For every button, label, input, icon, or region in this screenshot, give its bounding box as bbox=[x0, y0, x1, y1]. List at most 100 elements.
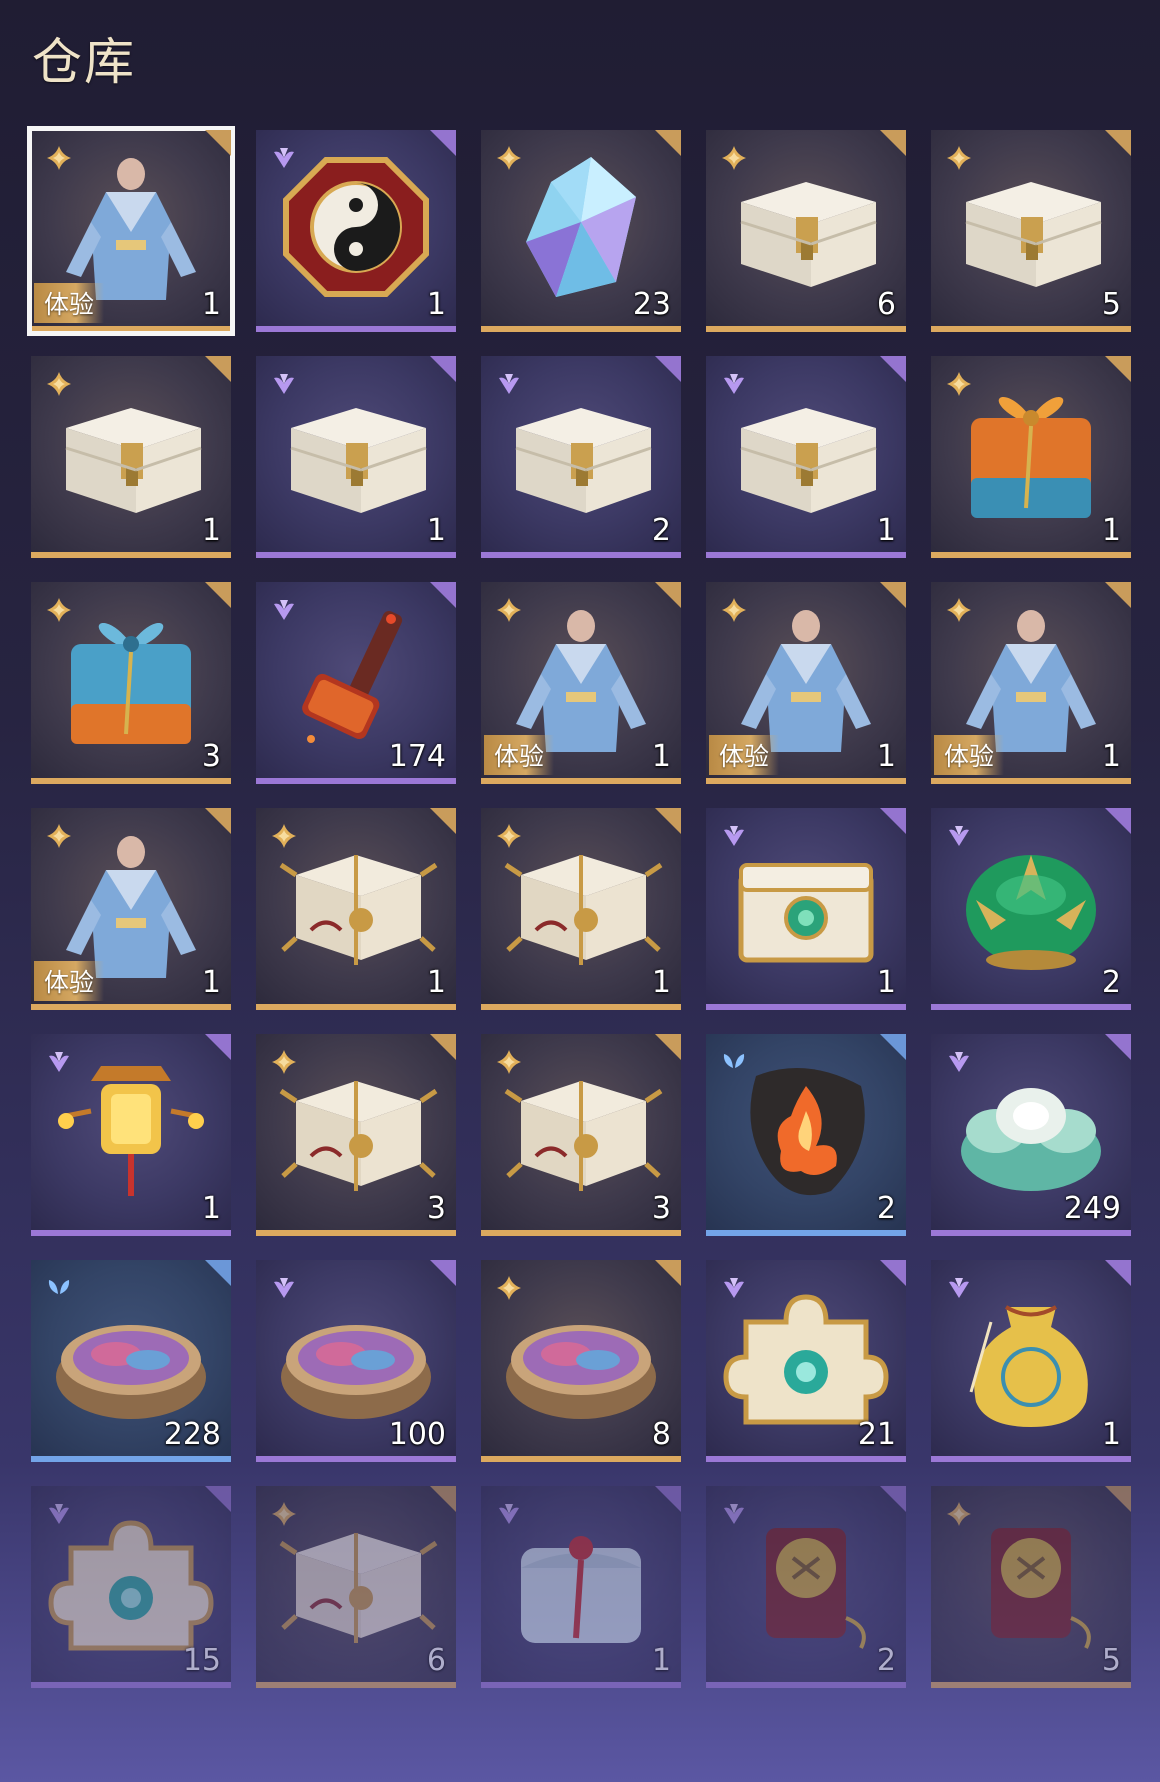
inventory-slot[interactable]: 6 bbox=[706, 130, 906, 332]
puzzle-piece-icon bbox=[721, 1282, 891, 1432]
inventory-slot[interactable]: 1 bbox=[931, 1260, 1131, 1462]
lotus-box-icon bbox=[946, 830, 1116, 980]
item-quantity: 2 bbox=[876, 1191, 896, 1226]
item-quantity: 228 bbox=[163, 1417, 221, 1452]
item-quantity: 1 bbox=[201, 1191, 221, 1226]
inventory-slot[interactable]: 1 bbox=[706, 808, 906, 1010]
trial-tag: 体验 bbox=[34, 283, 105, 323]
item-quantity: 1 bbox=[426, 513, 446, 548]
item-quantity: 2 bbox=[1101, 965, 1121, 1000]
orange-gift-box-icon bbox=[946, 378, 1116, 528]
item-quantity: 5 bbox=[1101, 287, 1121, 322]
octagon-charm-icon bbox=[271, 152, 441, 302]
flame-emblem-icon bbox=[721, 1056, 891, 1206]
blue-gift-box-icon bbox=[46, 604, 216, 754]
inventory-slot[interactable]: 1 bbox=[481, 808, 681, 1010]
item-quantity: 21 bbox=[857, 1417, 896, 1452]
item-quantity: 100 bbox=[388, 1417, 446, 1452]
inventory-slot[interactable]: 21 bbox=[706, 1260, 906, 1462]
powder-bowl-icon bbox=[46, 1282, 216, 1432]
item-quantity: 1 bbox=[426, 965, 446, 1000]
item-quantity: 174 bbox=[388, 739, 446, 774]
inventory-slot[interactable]: 体验 1 bbox=[481, 582, 681, 784]
item-quantity: 2 bbox=[876, 1643, 896, 1678]
item-quantity: 1 bbox=[876, 739, 896, 774]
outfit-icon bbox=[946, 604, 1116, 754]
inventory-slot[interactable]: 体验 1 bbox=[706, 582, 906, 784]
ornate-chest-icon bbox=[496, 1056, 666, 1206]
inventory-slot[interactable]: 1 bbox=[256, 356, 456, 558]
inventory-slot[interactable]: 249 bbox=[931, 1034, 1131, 1236]
item-quantity: 3 bbox=[201, 739, 221, 774]
powder-bowl-icon bbox=[496, 1282, 666, 1432]
item-quantity: 1 bbox=[876, 513, 896, 548]
ornate-chest-icon bbox=[496, 830, 666, 980]
inventory-slot[interactable]: 2 bbox=[706, 1486, 906, 1688]
inventory-slot[interactable]: 5 bbox=[931, 130, 1131, 332]
powder-bowl-icon bbox=[271, 1282, 441, 1432]
inventory-slot[interactable]: 体验 1 bbox=[27, 126, 235, 336]
crystal-icon bbox=[496, 152, 666, 302]
inventory-slot[interactable]: 3 bbox=[256, 1034, 456, 1236]
ornate-chest-icon bbox=[271, 1508, 441, 1658]
inventory-slot[interactable]: 15 bbox=[31, 1486, 231, 1688]
pouch-icon bbox=[946, 1282, 1116, 1432]
inventory-slot[interactable]: 体验 1 bbox=[931, 582, 1131, 784]
item-quantity: 1 bbox=[201, 287, 221, 322]
inventory-slot[interactable]: 体验 1 bbox=[31, 808, 231, 1010]
outfit-icon bbox=[721, 604, 891, 754]
white-chest-icon bbox=[721, 378, 891, 528]
inventory-slot[interactable]: 2 bbox=[931, 808, 1131, 1010]
trial-tag: 体验 bbox=[709, 735, 780, 775]
item-quantity: 1 bbox=[201, 965, 221, 1000]
item-quantity: 3 bbox=[426, 1191, 446, 1226]
white-chest-icon bbox=[721, 152, 891, 302]
lantern-icon bbox=[46, 1056, 216, 1206]
inventory-slot[interactable]: 1 bbox=[31, 356, 231, 558]
item-quantity: 1 bbox=[1101, 1417, 1121, 1452]
item-quantity: 1 bbox=[651, 965, 671, 1000]
trial-tag: 体验 bbox=[484, 735, 555, 775]
bell-pendant-icon bbox=[946, 1508, 1116, 1658]
inventory-grid: 体验 1 1 23 6 5 1 1 2 1 1 3 174 体验 1 体验 1 … bbox=[27, 126, 1131, 1688]
jade-chest-icon bbox=[721, 830, 891, 980]
item-quantity: 1 bbox=[426, 287, 446, 322]
ornate-chest-icon bbox=[271, 1056, 441, 1206]
outfit-icon bbox=[46, 152, 216, 302]
inventory-slot[interactable]: 1 bbox=[256, 808, 456, 1010]
item-quantity: 1 bbox=[1101, 739, 1121, 774]
hammer-icon bbox=[271, 604, 441, 754]
trial-tag: 体验 bbox=[934, 735, 1005, 775]
inventory-slot[interactable]: 2 bbox=[481, 356, 681, 558]
white-chest-icon bbox=[946, 152, 1116, 302]
inventory-slot[interactable]: 1 bbox=[706, 356, 906, 558]
item-quantity: 1 bbox=[876, 965, 896, 1000]
ornate-chest-icon bbox=[271, 830, 441, 980]
inventory-slot[interactable]: 2 bbox=[706, 1034, 906, 1236]
inventory-slot[interactable]: 3 bbox=[481, 1034, 681, 1236]
inventory-slot[interactable]: 100 bbox=[256, 1260, 456, 1462]
white-chest-icon bbox=[46, 378, 216, 528]
item-quantity: 1 bbox=[651, 1643, 671, 1678]
inventory-slot[interactable]: 1 bbox=[481, 1486, 681, 1688]
cloth-bundle-icon bbox=[496, 1508, 666, 1658]
inventory-slot[interactable]: 1 bbox=[256, 130, 456, 332]
page-title: 仓库 bbox=[32, 33, 136, 91]
item-quantity: 1 bbox=[201, 513, 221, 548]
inventory-slot[interactable]: 3 bbox=[31, 582, 231, 784]
inventory-slot[interactable]: 174 bbox=[256, 582, 456, 784]
inventory-slot[interactable]: 1 bbox=[931, 356, 1131, 558]
item-quantity: 8 bbox=[651, 1417, 671, 1452]
inventory-slot[interactable]: 23 bbox=[481, 130, 681, 332]
inventory-slot[interactable]: 5 bbox=[931, 1486, 1131, 1688]
inventory-slot[interactable]: 6 bbox=[256, 1486, 456, 1688]
item-quantity: 23 bbox=[632, 287, 671, 322]
inventory-slot[interactable]: 1 bbox=[31, 1034, 231, 1236]
outfit-icon bbox=[46, 830, 216, 980]
inventory-slot[interactable]: 8 bbox=[481, 1260, 681, 1462]
item-quantity: 1 bbox=[1101, 513, 1121, 548]
item-quantity: 6 bbox=[426, 1643, 446, 1678]
trial-tag: 体验 bbox=[34, 961, 105, 1001]
inventory-slot[interactable]: 228 bbox=[31, 1260, 231, 1462]
item-quantity: 3 bbox=[651, 1191, 671, 1226]
